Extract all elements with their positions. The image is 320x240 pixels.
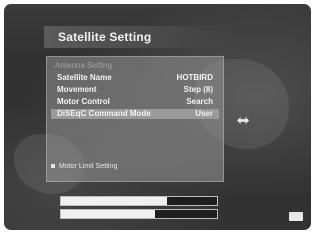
motor-limit-setting-link[interactable]: Motor Limit Setting <box>51 163 117 170</box>
setting-row-motor-control[interactable]: Motor Control Search <box>51 97 219 107</box>
signal-level-bar <box>60 196 218 206</box>
setting-value: User <box>195 109 213 118</box>
signal-quality-bar <box>60 209 218 219</box>
setting-row-movement[interactable]: Movement Step (8) <box>51 85 219 95</box>
setting-row-satellite-name[interactable]: Satellite Name HOTBIRD <box>51 73 219 83</box>
setting-label: DiSEqC Command Mode <box>57 109 151 118</box>
setting-row-diseqc-command-mode[interactable]: DiSEqC Command Mode User <box>51 109 219 119</box>
setting-label: Satellite Name <box>57 73 112 82</box>
hint-label: Motor Limit Setting <box>59 163 118 170</box>
ok-button-icon <box>289 212 303 221</box>
setting-value: HOTBIRD <box>176 73 213 82</box>
setting-label: Motor Control <box>57 97 110 106</box>
setting-label: Movement <box>57 85 97 94</box>
settings-panel: Antenna Setting Satellite Name HOTBIRD M… <box>46 56 224 182</box>
panel-subheading: Antenna Setting <box>55 61 112 70</box>
signal-level-fill <box>61 197 168 205</box>
bullet-icon <box>51 164 55 169</box>
signal-quality-fill <box>61 210 155 218</box>
setting-value: Search <box>186 97 213 106</box>
setting-value: Step (8) <box>183 85 213 94</box>
tv-screen: Satellite Setting Antenna Setting Satell… <box>4 4 311 230</box>
page-title: Satellite Setting <box>58 30 152 44</box>
